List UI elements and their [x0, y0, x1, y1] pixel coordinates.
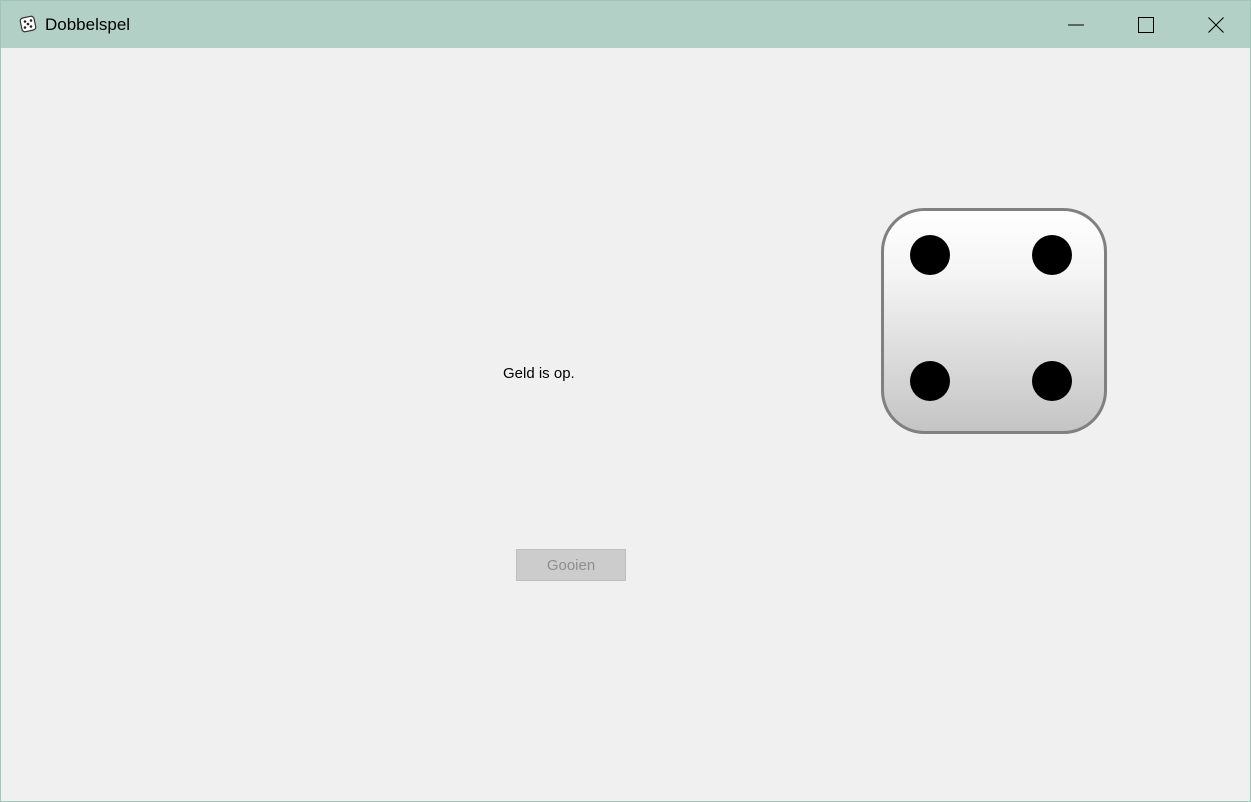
minimize-button[interactable]: [1041, 1, 1111, 48]
window-title: Dobbelspel: [45, 15, 131, 34]
throw-button[interactable]: Gooien: [516, 549, 626, 581]
die-pip: [1032, 235, 1072, 275]
minimize-icon: [1068, 24, 1084, 25]
die-pip: [910, 361, 950, 401]
close-icon: [1208, 16, 1224, 33]
die-pip: [910, 235, 950, 275]
dice-icon: [19, 15, 37, 33]
die-pip: [1032, 361, 1072, 401]
client-area: Geld is op. Gooien: [1, 48, 1250, 801]
die-face: [881, 208, 1107, 434]
maximize-icon: [1138, 16, 1154, 33]
title-bar[interactable]: Dobbelspel: [1, 1, 1250, 48]
close-button[interactable]: [1181, 1, 1250, 48]
maximize-button[interactable]: [1111, 1, 1181, 48]
status-label: Geld is op.: [503, 365, 575, 382]
app-window: Dobbelspel Geld is op. Gooien: [0, 0, 1251, 802]
